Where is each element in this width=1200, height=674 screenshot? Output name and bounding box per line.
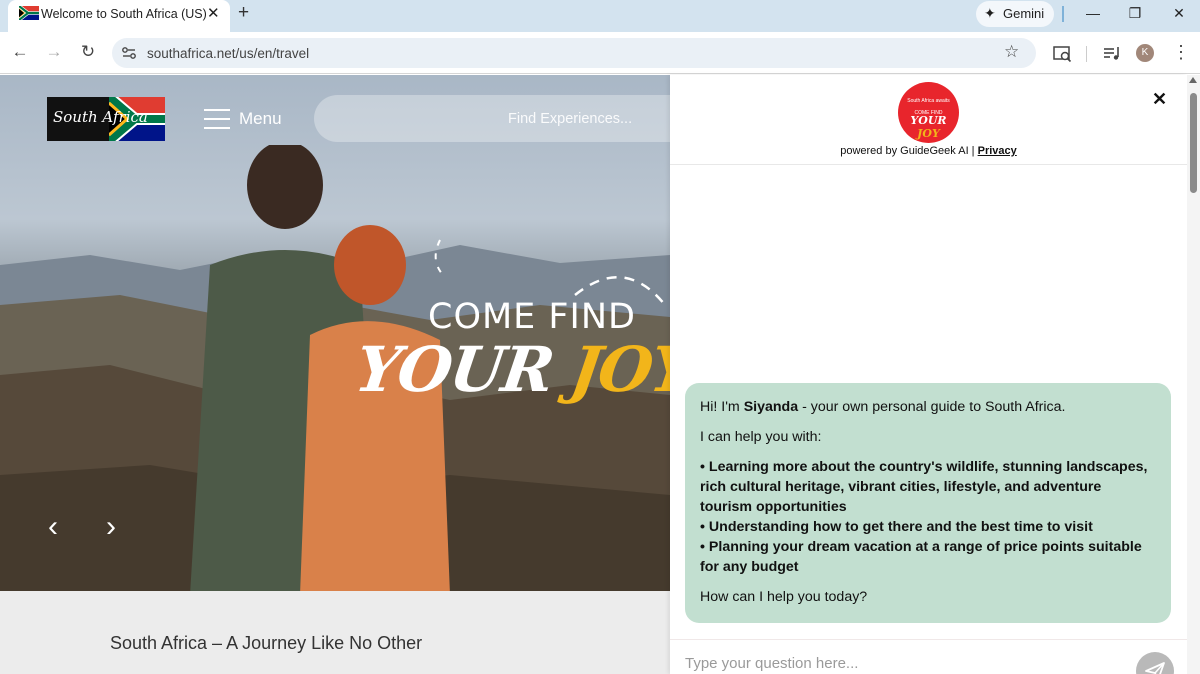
forward-arrow-icon[interactable]: → xyxy=(43,41,65,63)
bookmark-star-icon[interactable]: ☆ xyxy=(1004,42,1019,62)
tab-close-icon[interactable]: ✕ xyxy=(207,4,220,24)
profile-avatar[interactable]: K xyxy=(1136,44,1154,62)
closing-question: How can I help you today? xyxy=(700,589,868,605)
browser-window: Welcome to South Africa (US) ✕ + ✦ Gemin… xyxy=(0,0,1200,674)
scroll-up-icon[interactable] xyxy=(1189,77,1197,83)
chat-logo-your: YOUR xyxy=(910,114,947,127)
window-close-button[interactable]: ✕ xyxy=(1167,2,1191,24)
restore-button[interactable]: ❐ xyxy=(1123,2,1147,24)
headline-your: YOUR xyxy=(350,333,577,406)
help-list: • Learning more about the country's wild… xyxy=(700,457,1156,577)
experience-search-input[interactable] xyxy=(314,95,670,142)
hero-banner: South Africa Menu COME FIND YOUR JOY ‹ › xyxy=(0,75,670,591)
media-controls-icon[interactable] xyxy=(1101,42,1123,64)
kebab-menu-icon[interactable]: ⋮ xyxy=(1172,41,1190,63)
carousel-prev-icon[interactable]: ‹ xyxy=(48,512,58,542)
privacy-link[interactable]: Privacy xyxy=(978,145,1017,157)
site-settings-icon[interactable] xyxy=(120,44,138,62)
tab-title: Welcome to South Africa (US) xyxy=(41,7,207,21)
south-africa-flag-icon xyxy=(19,6,39,20)
chat-logo-your-joy: YOUR JOY xyxy=(898,114,959,140)
list-item: • Learning more about the country's wild… xyxy=(700,459,1148,515)
chat-logo: South Africa awaits COME FIND YOUR JOY xyxy=(898,82,959,143)
help-intro: I can help you with: xyxy=(700,429,822,445)
chat-input-area xyxy=(670,639,1187,674)
headline-come-find: COME FIND xyxy=(428,297,637,337)
experience-search[interactable] xyxy=(314,95,670,142)
content-section: South Africa – A Journey Like No Other xyxy=(0,591,670,674)
greeting-prefix: Hi! I'm xyxy=(700,399,744,415)
send-icon xyxy=(1145,662,1165,674)
greeting: Hi! I'm Siyanda - your own personal guid… xyxy=(700,397,1156,417)
gemini-button[interactable]: ✦ Gemini xyxy=(976,1,1054,27)
chat-logo-tagline: South Africa awaits xyxy=(907,98,950,104)
scrollbar-thumb[interactable] xyxy=(1190,93,1197,193)
hamburger-icon xyxy=(204,109,230,129)
powered-by: powered by GuideGeek AI | Privacy xyxy=(670,145,1187,157)
carousel-next-icon[interactable]: › xyxy=(106,512,116,542)
toolbar-divider xyxy=(1086,46,1087,62)
tab-active[interactable]: Welcome to South Africa (US) ✕ xyxy=(8,0,230,32)
logo-text: South Africa xyxy=(53,108,148,126)
back-arrow-icon[interactable]: ← xyxy=(9,41,31,63)
headline-joy: JOY xyxy=(566,333,670,406)
page-scrollbar[interactable] xyxy=(1187,75,1200,674)
url-text[interactable]: southafrica.net/us/en/travel xyxy=(147,46,309,61)
chat-header: South Africa awaits COME FIND YOUR JOY p… xyxy=(670,75,1187,165)
powered-by-text: powered by GuideGeek AI | xyxy=(840,145,978,157)
gemini-label: Gemini xyxy=(1003,6,1045,21)
page-subtitle: South Africa – A Journey Like No Other xyxy=(110,633,423,653)
tab-strip: Welcome to South Africa (US) ✕ + ✦ Gemin… xyxy=(0,0,1200,32)
assistant-name: Siyanda xyxy=(743,399,799,415)
south-africa-logo[interactable]: South Africa xyxy=(47,97,165,141)
chat-logo-joy: JOY xyxy=(917,127,940,140)
chat-panel: South Africa awaits COME FIND YOUR JOY p… xyxy=(670,75,1187,674)
chat-question-input[interactable] xyxy=(670,640,1120,674)
tabstrip-divider xyxy=(1062,6,1064,22)
assistant-message: Hi! I'm Siyanda - your own personal guid… xyxy=(685,383,1171,623)
headline-your-joy: YOUR JOY xyxy=(351,333,670,406)
menu-label: Menu xyxy=(239,109,282,128)
list-item: • Understanding how to get there and the… xyxy=(700,519,1093,535)
menu-button[interactable]: Menu xyxy=(204,107,294,133)
reload-icon[interactable]: ↻ xyxy=(77,41,99,63)
minimize-button[interactable]: — xyxy=(1081,2,1105,24)
browser-toolbar: ← → ↻ southafrica.net/us/en/travel ☆ K ⋮ xyxy=(0,32,1200,74)
search-in-page-icon[interactable] xyxy=(1051,42,1073,64)
chat-close-icon[interactable]: ✕ xyxy=(1152,89,1167,109)
new-tab-button[interactable]: + xyxy=(238,3,249,23)
decorative-swirl xyxy=(434,239,666,305)
greeting-suffix: - your own personal guide to South Afric… xyxy=(798,399,1066,415)
list-item: • Planning your dream vacation at a rang… xyxy=(700,539,1142,575)
address-bar[interactable]: southafrica.net/us/en/travel ☆ xyxy=(112,38,1036,68)
gemini-sparkle-icon: ✦ xyxy=(984,5,996,21)
send-button[interactable] xyxy=(1136,652,1174,674)
